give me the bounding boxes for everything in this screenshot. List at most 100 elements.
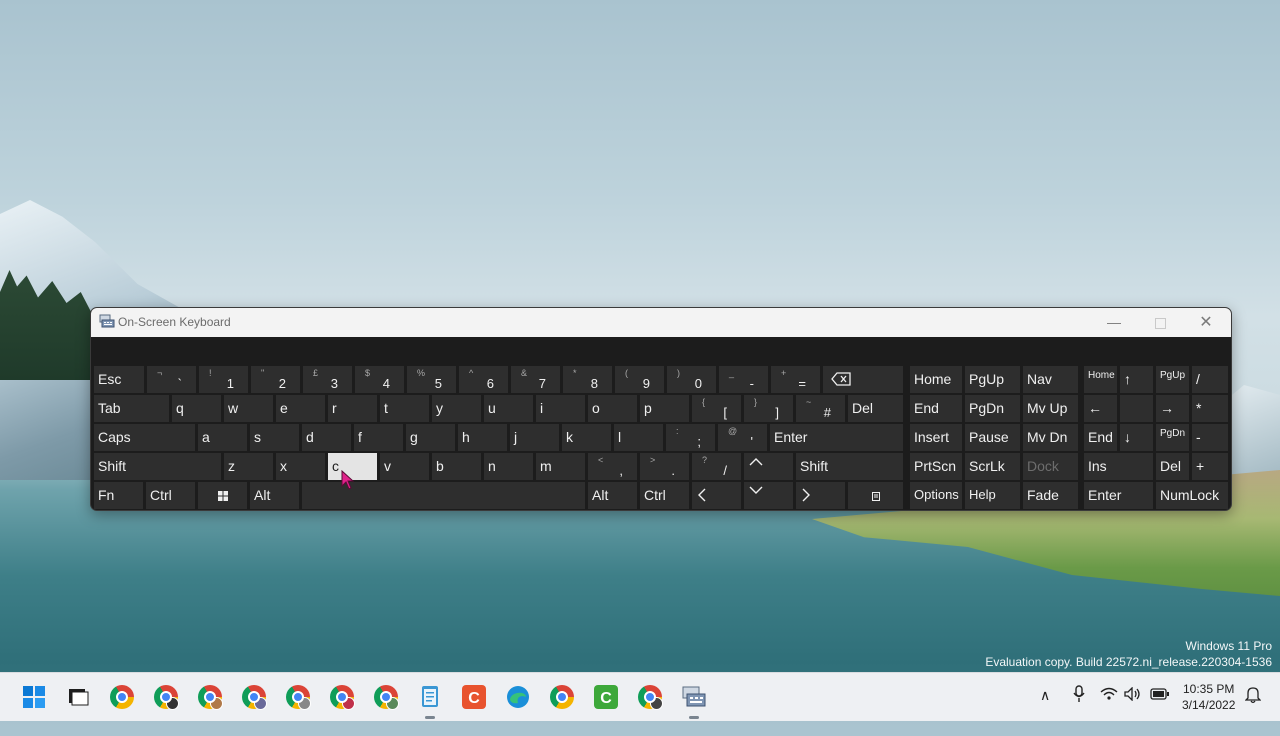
taskbar-chrome-4[interactable] — [240, 683, 268, 711]
microphone-button[interactable] — [1072, 685, 1086, 733]
key-9[interactable]: (9 — [615, 366, 664, 393]
key-num-minus[interactable]: - — [1192, 424, 1228, 451]
key-s[interactable]: s — [250, 424, 299, 451]
key-7[interactable]: & 7 — [511, 366, 560, 393]
taskbar-chrome-8[interactable] — [548, 683, 576, 711]
key-nav-pgdn[interactable]: PgDn — [965, 395, 1020, 422]
key-k[interactable]: k — [562, 424, 611, 451]
key-esc[interactable]: Esc — [94, 366, 144, 393]
key-fade[interactable]: Fade — [1023, 482, 1078, 509]
key-windows[interactable] — [198, 482, 247, 509]
key-j[interactable]: j — [510, 424, 559, 451]
key-arrow-right[interactable] — [796, 482, 845, 509]
key-minus[interactable]: _ - — [719, 366, 768, 393]
key-prtscn[interactable]: PrtScn — [910, 453, 962, 480]
key-num-0-ins[interactable]: Ins — [1084, 453, 1153, 480]
key-f[interactable]: f — [354, 424, 403, 451]
taskbar-chrome-9[interactable] — [636, 683, 664, 711]
taskbar-edge[interactable] — [504, 683, 532, 711]
volume-button[interactable] — [1124, 686, 1142, 735]
key-m[interactable]: m — [536, 453, 585, 480]
notifications-button[interactable] — [1244, 686, 1262, 734]
key-num-plus[interactable]: + — [1192, 453, 1228, 480]
clock[interactable]: 10:35 PM 3/14/2022 — [1182, 681, 1235, 713]
key-dock[interactable]: Dock — [1023, 453, 1078, 480]
key-3[interactable]: £3 — [303, 366, 352, 393]
key-num-2-down[interactable]: ↓ — [1120, 424, 1153, 451]
taskbar-chrome-6[interactable] — [328, 683, 356, 711]
key-d[interactable]: d — [302, 424, 351, 451]
key-caps[interactable]: Caps — [94, 424, 195, 451]
key-shift-right[interactable]: Shift — [796, 453, 903, 480]
key-help[interactable]: Help — [965, 482, 1020, 509]
key-shift-left[interactable]: Shift — [94, 453, 221, 480]
key-b[interactable]: b — [432, 453, 481, 480]
key-v[interactable]: v — [380, 453, 429, 480]
key-pause[interactable]: Pause — [965, 424, 1020, 451]
key-1[interactable]: ! 1 — [199, 366, 248, 393]
key-del[interactable]: Del — [848, 395, 903, 422]
key-fn[interactable]: Fn — [94, 482, 143, 509]
key-t[interactable]: t — [380, 395, 429, 422]
key-slash[interactable]: ? / — [692, 453, 741, 480]
key-alt-left[interactable]: Alt — [250, 482, 299, 509]
taskbar-on-screen-keyboard[interactable] — [680, 683, 708, 719]
key-nav-home[interactable]: Home — [910, 366, 962, 393]
key-lbracket[interactable]: {[ — [692, 395, 741, 422]
key-h[interactable]: h — [458, 424, 507, 451]
key-e[interactable]: e — [276, 395, 325, 422]
key-p[interactable]: p — [640, 395, 689, 422]
key-alt-right[interactable]: Alt — [588, 482, 637, 509]
key-num-4-left[interactable]: ← — [1084, 395, 1117, 422]
key-8[interactable]: * 8 — [563, 366, 612, 393]
key-equals[interactable]: + = — [771, 366, 820, 393]
key-grave[interactable]: ¬ ` — [147, 366, 196, 393]
key-period[interactable]: >. — [640, 453, 689, 480]
taskbar-chrome-5[interactable] — [284, 683, 312, 711]
key-num-3-pgdn[interactable]: PgDn — [1156, 424, 1189, 451]
key-6[interactable]: ^ 6 — [459, 366, 508, 393]
key-comma[interactable]: <, — [588, 453, 637, 480]
taskbar-app-c-green[interactable]: C — [592, 683, 620, 711]
key-rbracket[interactable]: }] — [744, 395, 793, 422]
taskbar-chrome-7[interactable] — [372, 683, 400, 711]
start-button[interactable] — [20, 683, 48, 711]
key-n[interactable]: n — [484, 453, 533, 480]
key-arrow-down[interactable] — [744, 482, 793, 509]
key-x[interactable]: x — [276, 453, 325, 480]
network-button[interactable] — [1100, 687, 1118, 735]
taskbar-chrome-3[interactable] — [196, 683, 224, 711]
key-r[interactable]: r — [328, 395, 377, 422]
key-z[interactable]: z — [224, 453, 273, 480]
key-insert[interactable]: Insert — [910, 424, 962, 451]
taskbar-chrome-1[interactable] — [108, 683, 136, 711]
key-nav-pgup[interactable]: PgUp — [965, 366, 1020, 393]
key-4[interactable]: $4 — [355, 366, 404, 393]
key-arrow-up[interactable] — [744, 453, 793, 480]
key-nav-toggle[interactable]: Nav — [1023, 366, 1078, 393]
key-num-9-pgup[interactable]: PgUp — [1156, 366, 1189, 393]
key-scrlk[interactable]: ScrLk — [965, 453, 1020, 480]
key-hash[interactable]: ~ # — [796, 395, 845, 422]
key-num-enter[interactable]: Enter — [1084, 482, 1153, 509]
key-g[interactable]: g — [406, 424, 455, 451]
key-ctrl-right[interactable]: Ctrl — [640, 482, 689, 509]
key-move-up[interactable]: Mv Up — [1023, 395, 1078, 422]
taskbar-task-view[interactable] — [64, 683, 92, 711]
key-u[interactable]: u — [484, 395, 533, 422]
taskbar-chrome-2[interactable] — [152, 683, 180, 711]
key-num-divide[interactable]: / — [1192, 366, 1228, 393]
key-y[interactable]: y — [432, 395, 481, 422]
key-num-8-up[interactable]: ↑ — [1120, 366, 1153, 393]
key-0[interactable]: ) 0 — [667, 366, 716, 393]
key-o[interactable]: o — [588, 395, 637, 422]
key-arrow-left[interactable] — [692, 482, 741, 509]
key-a[interactable]: a — [198, 424, 247, 451]
key-backspace[interactable] — [823, 366, 903, 393]
key-move-down[interactable]: Mv Dn — [1023, 424, 1078, 451]
key-menu[interactable] — [848, 482, 903, 509]
key-w[interactable]: w — [224, 395, 273, 422]
key-num-decimal-del[interactable]: Del — [1156, 453, 1189, 480]
taskbar-app-c-orange[interactable]: C — [460, 683, 488, 711]
show-hidden-icons-button[interactable]: ∧ — [1040, 687, 1050, 735]
